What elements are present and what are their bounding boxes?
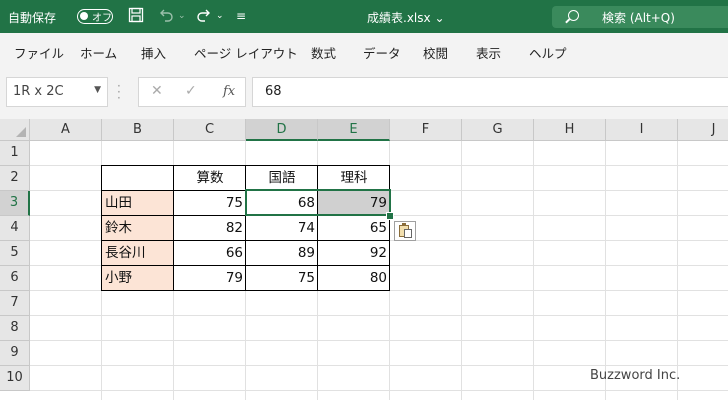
cell-e6[interactable]: 80 bbox=[318, 266, 390, 291]
row-header-6[interactable]: 6 bbox=[0, 266, 30, 291]
column-header-c[interactable]: C bbox=[174, 119, 246, 141]
fill-handle[interactable] bbox=[386, 212, 394, 220]
row-header-4[interactable]: 4 bbox=[0, 216, 30, 241]
cell-c5[interactable]: 66 bbox=[174, 241, 246, 266]
undo-icon[interactable] bbox=[158, 7, 174, 28]
row-header-3[interactable]: 3 bbox=[0, 191, 30, 216]
column-header-d[interactable]: D bbox=[246, 119, 318, 141]
autosave-label: 自動保存 bbox=[8, 11, 57, 25]
undo-dropdown-icon[interactable]: ⌄ bbox=[178, 7, 186, 25]
cell-c2[interactable]: 算数 bbox=[174, 166, 246, 191]
column-header-e[interactable]: E bbox=[318, 119, 390, 141]
gridline bbox=[605, 141, 606, 400]
cell-c3[interactable]: 75 bbox=[174, 191, 246, 216]
cancel-icon[interactable]: ✕ bbox=[151, 83, 163, 99]
tab-view[interactable]: 表示 bbox=[476, 43, 501, 62]
search-box[interactable]: 検索 (Alt+Q) bbox=[552, 6, 728, 28]
tab-page-layout[interactable]: ページ レイアウト bbox=[194, 43, 298, 62]
column-header-f[interactable]: F bbox=[390, 119, 462, 141]
cell-e5[interactable]: 92 bbox=[318, 241, 390, 266]
row-header-5[interactable]: 5 bbox=[0, 241, 30, 266]
column-header-b[interactable]: B bbox=[102, 119, 174, 141]
row-header-7[interactable]: 7 bbox=[0, 291, 30, 316]
column-header-h[interactable]: H bbox=[534, 119, 606, 141]
tab-insert[interactable]: 挿入 bbox=[141, 43, 166, 62]
cell-e4[interactable]: 65 bbox=[318, 216, 390, 241]
name-box-value: 1R x 2C bbox=[13, 84, 64, 99]
insert-function-icon[interactable]: fx bbox=[223, 84, 235, 99]
toggle-knob bbox=[80, 12, 88, 20]
cell-d2[interactable]: 国語 bbox=[246, 166, 318, 191]
cell-b3[interactable]: 山田 bbox=[102, 191, 174, 216]
name-box-dropdown-icon: ▼ bbox=[94, 85, 101, 95]
enter-icon[interactable]: ✓ bbox=[185, 83, 197, 99]
tab-file[interactable]: ファイル bbox=[14, 43, 64, 62]
gridline bbox=[30, 340, 728, 341]
table-border bbox=[389, 165, 390, 291]
redo-icon[interactable] bbox=[196, 7, 212, 28]
gridline bbox=[30, 365, 728, 366]
gridline bbox=[30, 315, 728, 316]
ribbon-tabs: ファイル ホーム 挿入 ページ レイアウト 数式 データ 校閲 表示 ヘルプ bbox=[0, 33, 728, 69]
chevron-down-icon: ⌄ bbox=[434, 11, 445, 25]
cell-b2[interactable] bbox=[102, 166, 174, 191]
gridline bbox=[30, 390, 728, 391]
row-header-9[interactable]: 9 bbox=[0, 341, 30, 366]
autosave-state: オフ bbox=[92, 13, 112, 24]
formula-bar: 1R x 2C ▼ · · · ✕ ✓ fx 68 bbox=[0, 69, 728, 119]
redo-dropdown-icon[interactable]: ⌄ bbox=[216, 7, 224, 25]
formula-tools: ✕ ✓ fx bbox=[138, 77, 246, 107]
autosave-toggle[interactable]: オフ bbox=[77, 9, 113, 24]
paste-page-icon bbox=[404, 229, 412, 238]
row-header-1[interactable]: 1 bbox=[0, 141, 30, 166]
table-border bbox=[245, 165, 246, 291]
paste-options-button[interactable] bbox=[394, 221, 416, 241]
cell-b5[interactable]: 長谷川 bbox=[102, 241, 174, 266]
cell-d3[interactable]: 68 bbox=[246, 191, 318, 216]
worksheet-grid[interactable]: A B C D E F G H I J 1 2 3 4 5 6 7 8 9 10… bbox=[0, 119, 728, 400]
tab-data[interactable]: データ bbox=[363, 43, 401, 62]
watermark: Buzzword Inc. bbox=[590, 368, 681, 383]
table-border bbox=[317, 165, 318, 291]
table-border bbox=[173, 165, 174, 291]
document-title[interactable]: 成績表.xlsx ⌄ bbox=[367, 9, 445, 26]
table-border bbox=[101, 165, 102, 291]
cell-d4[interactable]: 74 bbox=[246, 216, 318, 241]
tab-home[interactable]: ホーム bbox=[80, 43, 117, 62]
title-bar: 自動保存 オフ ⌄ ⌄ ≡ 成績表.xlsx ⌄ 検索 (Alt+Q) bbox=[0, 0, 728, 33]
row-header-8[interactable]: 8 bbox=[0, 316, 30, 341]
cell-c6[interactable]: 79 bbox=[174, 266, 246, 291]
cell-c4[interactable]: 82 bbox=[174, 216, 246, 241]
document-filename: 成績表.xlsx bbox=[367, 11, 431, 25]
column-header-i[interactable]: I bbox=[606, 119, 678, 141]
cell-d6[interactable]: 75 bbox=[246, 266, 318, 291]
formula-input[interactable]: 68 bbox=[252, 77, 728, 107]
row-header-2[interactable]: 2 bbox=[0, 166, 30, 191]
cell-d5[interactable]: 89 bbox=[246, 241, 318, 266]
more-options-icon[interactable]: · · · bbox=[117, 80, 121, 104]
search-placeholder: 検索 (Alt+Q) bbox=[602, 11, 675, 25]
name-box[interactable]: 1R x 2C ▼ bbox=[6, 77, 108, 107]
tab-formulas[interactable]: 数式 bbox=[311, 43, 336, 62]
gridline bbox=[533, 141, 534, 400]
select-all-button[interactable] bbox=[0, 119, 30, 141]
search-icon bbox=[568, 10, 579, 21]
tab-review[interactable]: 校閲 bbox=[423, 43, 448, 62]
gridline bbox=[461, 141, 462, 400]
tab-help[interactable]: ヘルプ bbox=[529, 43, 567, 62]
column-header-j[interactable]: J bbox=[678, 119, 728, 141]
gridline bbox=[677, 141, 678, 400]
formula-value: 68 bbox=[265, 84, 282, 99]
customize-toolbar-icon[interactable]: ≡ bbox=[236, 7, 246, 25]
cell-b6[interactable]: 小野 bbox=[102, 266, 174, 291]
column-header-a[interactable]: A bbox=[30, 119, 102, 141]
cell-b4[interactable]: 鈴木 bbox=[102, 216, 174, 241]
save-icon[interactable] bbox=[128, 7, 144, 28]
cell-e2[interactable]: 理科 bbox=[318, 166, 390, 191]
row-header-10[interactable]: 10 bbox=[0, 366, 30, 391]
cell-e3[interactable]: 79 bbox=[318, 191, 390, 216]
column-header-g[interactable]: G bbox=[462, 119, 534, 141]
